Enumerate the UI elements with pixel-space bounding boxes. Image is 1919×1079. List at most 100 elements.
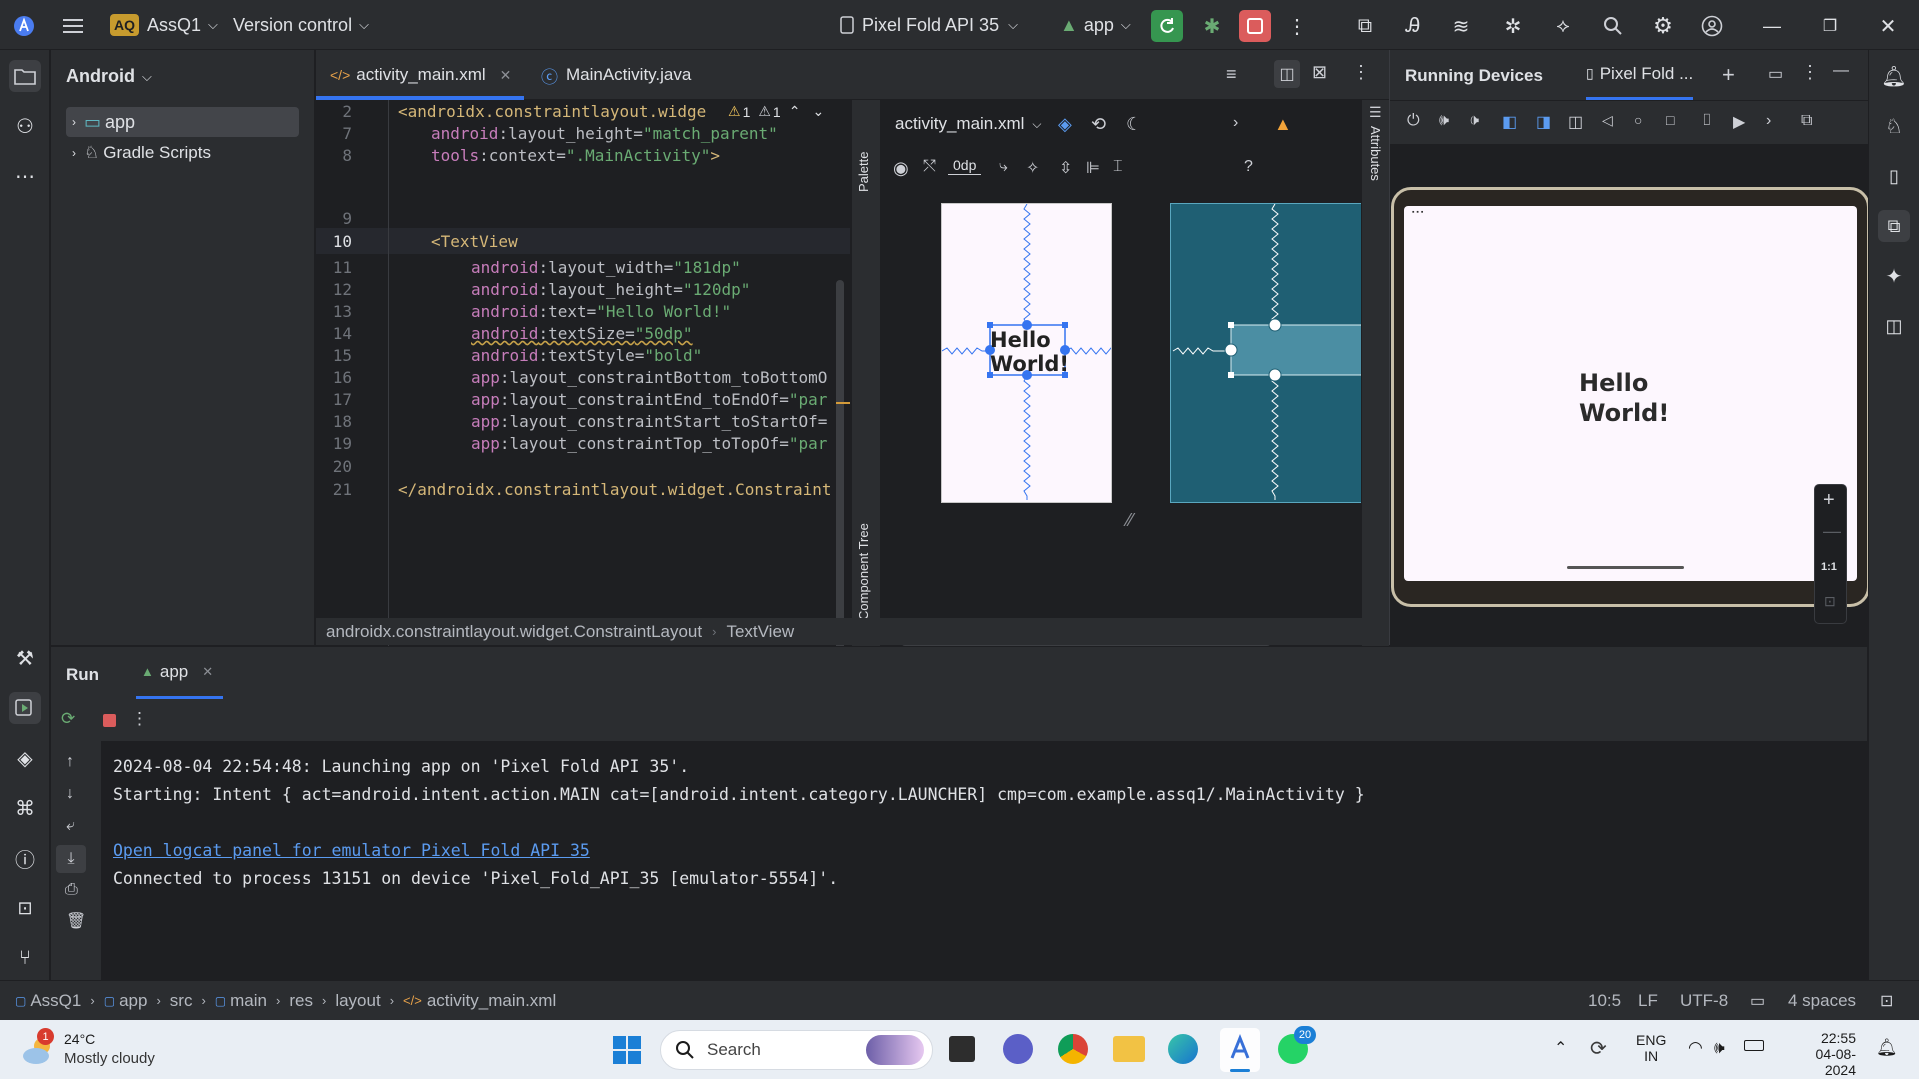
window-layout-icon[interactable]: ▭ xyxy=(1768,64,1783,84)
tab-activity-main-xml[interactable]: </> activity_main.xml ✕ xyxy=(330,50,511,100)
gemini-sparkle-icon[interactable]: ✦ xyxy=(1878,260,1910,292)
app-quality-icon[interactable]: ◈ xyxy=(9,742,41,774)
tab-mainactivity-java[interactable]: ⓒ MainActivity.java xyxy=(541,50,691,100)
more-tools-icon[interactable]: ⋯ xyxy=(9,160,41,192)
breadcrumb-item[interactable]: TextView xyxy=(726,622,794,642)
screen-record-icon[interactable]: ▶ xyxy=(1733,112,1745,132)
restore-window-button[interactable]: ❐ xyxy=(1814,10,1846,42)
path-item[interactable]: layout xyxy=(335,991,380,1011)
inspection-widget[interactable]: ⚠ 1 ⚠ 1 ⌃ ⌄ xyxy=(728,103,824,120)
running-devices-icon[interactable]: ⧉ xyxy=(1878,210,1910,242)
chevron-right-icon[interactable]: › xyxy=(1233,114,1238,132)
zoom-actual-size[interactable]: 1:1 xyxy=(1821,561,1837,573)
more-options-icon[interactable]: ⋮ xyxy=(131,709,148,729)
add-device-icon[interactable]: + xyxy=(1722,62,1735,88)
help-icon[interactable]: ? xyxy=(1244,158,1253,176)
hide-panel-icon[interactable]: — xyxy=(1833,62,1849,80)
battery-icon[interactable] xyxy=(1744,1040,1764,1051)
overview-icon[interactable]: □ xyxy=(1666,112,1674,128)
code-editor[interactable]: 2 7 8 9 10 11 12 13 14 15 16 17 18 19 20 21 <androidx.c… xyxy=(316,100,850,665)
taskbar-search-box[interactable]: Search xyxy=(660,1030,933,1070)
vertical-scrollbar[interactable] xyxy=(836,280,844,660)
git-branch-icon[interactable]: ⑂ xyxy=(9,942,41,974)
layout-file-selector[interactable]: activity_main.xml ⌵ xyxy=(895,114,1042,134)
device-tab-pixel-fold[interactable]: ▯ Pixel Fold ... xyxy=(1586,50,1694,100)
design-blueprint-toggle-icon[interactable]: ◈ xyxy=(1058,114,1072,135)
weather-cloud-icon[interactable]: 1 xyxy=(20,1028,56,1068)
scroll-up-icon[interactable]: ↑ xyxy=(66,753,74,771)
default-margin-field[interactable]: 0dp xyxy=(948,156,982,175)
indent-setting[interactable]: 4 spaces xyxy=(1788,991,1856,1011)
infer-constraints-icon[interactable]: ✧ xyxy=(1026,158,1039,178)
lock-icon[interactable]: ⊡ xyxy=(1880,991,1893,1011)
chrome-icon[interactable] xyxy=(1058,1034,1088,1064)
soft-wrap-icon[interactable]: ⤶ xyxy=(66,817,75,835)
device-manager-icon[interactable]: ▯ xyxy=(1878,160,1910,192)
volume-down-icon[interactable]: 🕩 xyxy=(1469,112,1479,130)
path-item[interactable]: res xyxy=(289,991,313,1011)
chevron-up-icon[interactable]: ⌃ xyxy=(789,103,801,120)
volume-up-icon[interactable]: 🕪 xyxy=(1439,112,1449,130)
notifications-bell-icon[interactable]: 🔔︎ xyxy=(1878,60,1910,92)
run-tab-app[interactable]: ▲ app ✕ xyxy=(136,647,224,699)
path-item[interactable]: main xyxy=(230,991,267,1011)
split-view-icon[interactable]: ◫ xyxy=(1274,60,1300,88)
language-indicator[interactable]: ENG IN xyxy=(1636,1032,1666,1064)
chevron-right-icon[interactable]: › xyxy=(1766,112,1771,130)
run-config-selector[interactable]: ▲ app ⌵ xyxy=(1060,0,1131,50)
main-menu-icon[interactable] xyxy=(57,10,89,42)
sync-status-icon[interactable]: ⟳ xyxy=(1590,1036,1607,1061)
close-window-button[interactable]: ✕ xyxy=(1872,10,1904,42)
project-switcher[interactable]: AQ AssQ1 ⌵ xyxy=(110,0,218,50)
stop-icon[interactable] xyxy=(103,714,116,727)
settings-gear-icon[interactable]: ⚙ xyxy=(1647,10,1679,42)
attributes-tab[interactable]: Attributes xyxy=(1368,126,1383,226)
print-icon[interactable]: ⎙ xyxy=(65,881,78,899)
debug-icon[interactable]: ✱ xyxy=(1196,10,1228,42)
readonly-toggle-icon[interactable]: ▭ xyxy=(1750,991,1765,1011)
guidelines-icon[interactable]: ⌶ xyxy=(1113,158,1123,176)
logcat-icon[interactable]: ⌘ xyxy=(9,792,41,824)
design-preview-screen[interactable]: Hello World! xyxy=(941,203,1112,503)
close-tab-icon[interactable]: ✕ xyxy=(202,664,213,680)
path-item[interactable]: activity_main.xml xyxy=(427,991,556,1011)
rerun-button[interactable] xyxy=(1151,10,1183,42)
edge-browser-icon[interactable] xyxy=(1168,1034,1198,1064)
volume-icon[interactable]: 🕪 xyxy=(1714,1038,1725,1058)
task-view-icon[interactable] xyxy=(949,1036,975,1062)
wifi-icon[interactable]: ◠ xyxy=(1688,1038,1703,1058)
device-explorer-icon[interactable]: ◫ xyxy=(1878,310,1910,342)
whatsapp-icon[interactable]: 20 xyxy=(1278,1026,1316,1064)
unfold-icon[interactable]: ◫ xyxy=(1568,112,1583,132)
autoconnect-off-icon[interactable]: ⤲ xyxy=(923,158,936,176)
gradle-icon[interactable]: ⟡ xyxy=(1547,10,1579,42)
android-studio-logo-icon[interactable] xyxy=(8,10,40,42)
close-tab-icon[interactable]: ✕ xyxy=(500,67,512,84)
file-explorer-icon[interactable] xyxy=(1113,1036,1145,1062)
caret-position[interactable]: 10:5 xyxy=(1588,991,1621,1011)
run-tool-icon[interactable] xyxy=(9,692,41,724)
project-folder-icon[interactable] xyxy=(9,60,41,92)
path-item[interactable]: src xyxy=(170,991,193,1011)
tree-item-gradle-scripts[interactable]: › ♘ Gradle Scripts xyxy=(66,138,211,168)
windows-start-icon[interactable] xyxy=(613,1036,641,1064)
fold-icon[interactable]: ◧ xyxy=(1502,112,1517,132)
zoom-fit-icon[interactable]: ⊡ xyxy=(1824,593,1836,610)
design-view-icon[interactable]: ⊠ xyxy=(1312,62,1327,83)
more-options-icon[interactable]: ⋮ xyxy=(1352,62,1370,83)
view-options-eye-icon[interactable]: ◉ xyxy=(893,158,909,179)
screenshot-camera-icon[interactable]: ⌷ xyxy=(1702,112,1712,130)
terminal-icon[interactable]: ⊡ xyxy=(9,892,41,924)
account-icon[interactable] xyxy=(1696,10,1728,42)
line-separator[interactable]: LF xyxy=(1638,991,1658,1011)
more-options-icon[interactable]: ⋮ xyxy=(1801,62,1819,83)
search-icon[interactable] xyxy=(1597,10,1629,42)
back-icon[interactable]: ◁ xyxy=(1602,112,1613,129)
device-manager-icon[interactable]: ⧉ xyxy=(1349,10,1381,42)
night-mode-icon[interactable]: ☾ xyxy=(1126,114,1142,135)
blueprint-preview-screen[interactable] xyxy=(1170,203,1371,503)
teams-chat-icon[interactable] xyxy=(1003,1034,1033,1064)
translate-icon[interactable]: Ꭿ xyxy=(1397,10,1429,42)
minimize-window-button[interactable]: — xyxy=(1756,10,1788,42)
more-actions-icon[interactable]: ⋮ xyxy=(1281,10,1313,42)
